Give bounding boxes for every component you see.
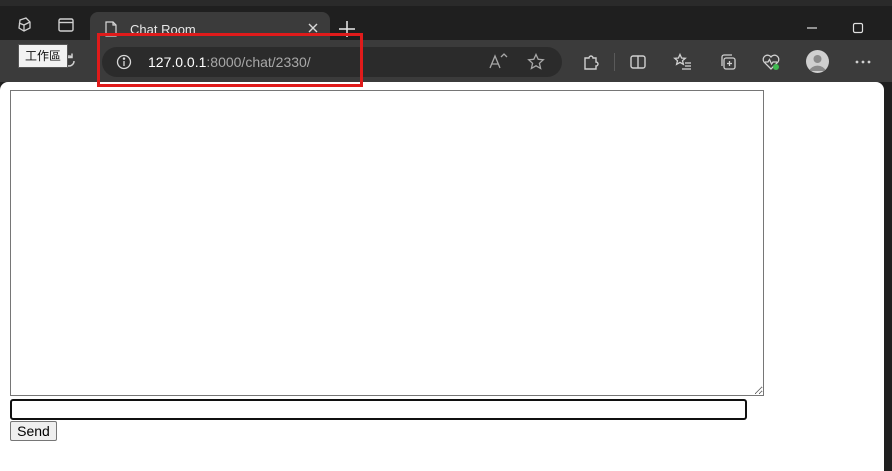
collections-icon[interactable] xyxy=(717,51,739,73)
favorites-list-icon[interactable] xyxy=(672,51,694,73)
puzzle-icon[interactable] xyxy=(580,51,602,73)
split-screen-icon[interactable] xyxy=(627,51,649,73)
star-icon[interactable] xyxy=(527,53,545,71)
url-highlight-annotation xyxy=(97,33,363,87)
heart-pulse-icon[interactable] xyxy=(760,51,782,73)
more-options-icon[interactable] xyxy=(852,51,874,73)
maximize-icon[interactable] xyxy=(846,16,870,40)
page-content: Send xyxy=(0,82,884,471)
toolbar-separator xyxy=(614,53,615,71)
minimize-icon[interactable] xyxy=(800,16,824,40)
message-input[interactable] xyxy=(10,399,747,420)
tab-actions-icon[interactable] xyxy=(50,11,82,39)
workspaces-icon[interactable] xyxy=(8,11,40,39)
send-button[interactable]: Send xyxy=(10,421,57,441)
read-aloud-icon[interactable] xyxy=(488,53,508,71)
workspaces-tooltip: 工作區 xyxy=(18,44,69,68)
chat-log[interactable] xyxy=(10,90,764,396)
profile-avatar-icon[interactable] xyxy=(806,50,829,73)
